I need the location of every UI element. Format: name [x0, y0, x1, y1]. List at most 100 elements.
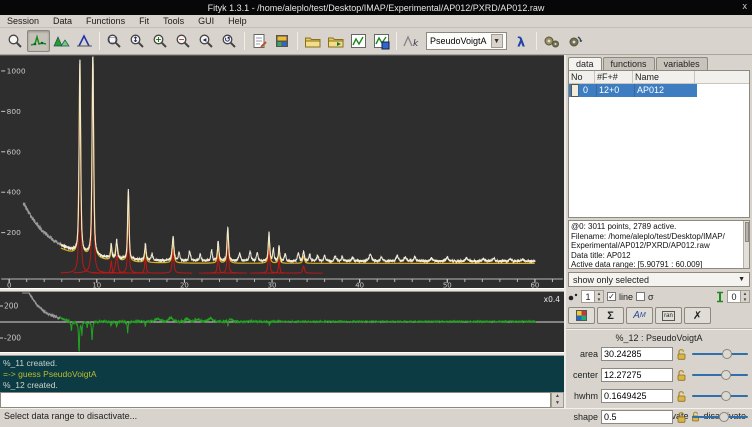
dataset-name: AP012: [635, 84, 697, 97]
svg-text:k: k: [413, 39, 419, 49]
lock-icon[interactable]: [676, 348, 687, 360]
mode-activate-icon[interactable]: [73, 30, 96, 52]
point-size-spinner[interactable]: 1 ▲▼: [581, 290, 604, 303]
zoom-out-icon[interactable]: −: [172, 30, 195, 52]
tab-data[interactable]: data: [568, 57, 602, 70]
save-session-icon[interactable]: [370, 30, 393, 52]
plot-style-controls: 1 ▲▼ ✓ line σ 0 ▲▼: [568, 289, 750, 304]
delete-button[interactable]: ✗: [684, 307, 711, 324]
main-plot-canvas[interactable]: 01020304050602004006008001000: [0, 55, 564, 288]
toolbar-separator: [297, 32, 298, 50]
menu-gui[interactable]: GUI: [198, 16, 214, 26]
param-slider-hwhm[interactable]: [690, 389, 750, 403]
panel-divider: [566, 328, 752, 330]
svg-text:↺: ↺: [224, 35, 230, 44]
title-bar: Fityk 1.3.1 - /home/aleplo/test/Desktop/…: [0, 0, 752, 15]
param-slider-shape[interactable]: [690, 410, 750, 424]
dataset-list[interactable]: No#F+#Name 0 12+0 AP012: [568, 70, 750, 218]
lock-icon[interactable]: [676, 369, 687, 381]
log-line-2: =-> guess PseudoVoigtA: [3, 369, 564, 380]
menu-tools[interactable]: Tools: [163, 16, 184, 26]
chevron-down-icon: ▼: [738, 276, 745, 283]
add-function-icon[interactable]: λ: [510, 30, 533, 52]
info-line-4: Data title: AP012: [571, 251, 741, 261]
residual-plot-canvas[interactable]: 200-200x0.4: [0, 292, 564, 352]
tab-functions[interactable]: functions: [603, 57, 655, 70]
mode-zoom-icon[interactable]: [4, 30, 27, 52]
open-session-icon[interactable]: [301, 30, 324, 52]
param-slider-area[interactable]: [690, 347, 750, 361]
point-size-value: 1: [582, 291, 594, 302]
zoom-vertical-icon[interactable]: ↕: [126, 30, 149, 52]
edit-script-icon[interactable]: [248, 30, 271, 52]
sidebar: datafunctionsvariables No#F+#Name 0 12+0…: [564, 55, 752, 408]
close-window-button[interactable]: x: [743, 1, 748, 11]
mode-add-peak-icon[interactable]: [50, 30, 73, 52]
svg-text:□: □: [109, 35, 116, 44]
param-label-center: center: [568, 370, 598, 380]
param-slider-center[interactable]: [690, 368, 750, 382]
function-export-button[interactable]: AM: [626, 307, 653, 324]
dataset-info-box: @0: 3011 points, 2789 active.Filename: /…: [568, 220, 750, 269]
svg-text:−: −: [178, 35, 184, 44]
lock-icon[interactable]: [676, 411, 687, 423]
param-row-center: center: [566, 364, 752, 385]
info-line-5: Active data range: [5.90791 : 60.009]: [571, 260, 741, 269]
run-fit-icon[interactable]: [540, 30, 563, 52]
command-history-spinner[interactable]: ▲▼: [551, 392, 564, 408]
execute-script-icon[interactable]: [324, 30, 347, 52]
svg-text:λ: λ: [517, 35, 525, 50]
param-input-center[interactable]: [601, 368, 673, 382]
svg-text:600: 600: [7, 147, 21, 156]
shift-value: 0: [728, 291, 740, 302]
param-input-hwhm[interactable]: [601, 389, 673, 403]
save-image-icon[interactable]: [347, 30, 370, 52]
column-header-1: No: [569, 71, 595, 83]
sidebar-tabs: datafunctionsvariables: [566, 55, 752, 70]
function-type-dropdown[interactable]: PseudoVoigtA▼: [426, 32, 507, 50]
filter-dropdown-value: show only selected: [573, 275, 649, 285]
lock-icon[interactable]: [676, 390, 687, 402]
toolbar: □ ↕ + − ◂ ↺ k PseudoVoigtA▼ λ: [0, 28, 752, 55]
sigma-checkbox[interactable]: [636, 292, 645, 301]
info-line-3: Experimental/AP012/PXRD/AP012.raw: [571, 241, 741, 251]
zoom-previous-icon[interactable]: ◂: [195, 30, 218, 52]
line-checkbox[interactable]: ✓: [607, 292, 616, 301]
menu-session[interactable]: Session: [7, 16, 39, 26]
shift-spinner[interactable]: 0 ▲▼: [727, 290, 750, 303]
dataset-colors-button[interactable]: [568, 307, 595, 324]
menu-data[interactable]: Data: [53, 16, 72, 26]
tab-variables[interactable]: variables: [656, 57, 708, 70]
dataset-func-count: 12+0: [597, 84, 635, 97]
zoom-all-icon[interactable]: □: [103, 30, 126, 52]
zoom-autoscale-icon[interactable]: ↺: [218, 30, 241, 52]
dataset-color-swatch[interactable]: [571, 84, 579, 97]
info-scrollbar[interactable]: [743, 221, 749, 268]
data-transform-button[interactable]: ran: [655, 307, 682, 324]
menu-help[interactable]: Help: [228, 16, 247, 26]
param-label-area: area: [568, 349, 598, 359]
chevron-down-icon: ▼: [491, 34, 503, 48]
param-input-area[interactable]: [601, 347, 673, 361]
dataset-row[interactable]: 0 12+0 AP012: [569, 84, 697, 97]
command-input[interactable]: [0, 392, 551, 408]
point-size-icon: [568, 292, 578, 302]
status-message: Select data range to disactivate...: [0, 411, 137, 421]
param-label-hwhm: hwhm: [568, 391, 598, 401]
menu-functions[interactable]: Functions: [86, 16, 125, 26]
param-row-area: area: [566, 343, 752, 364]
param-row-shape: shape: [566, 406, 752, 427]
zoom-in-icon[interactable]: +: [149, 30, 172, 52]
param-input-shape[interactable]: [601, 410, 673, 424]
command-line-row: ▲▼: [0, 392, 564, 408]
sum-formula-button[interactable]: Σ: [597, 307, 624, 324]
menu-fit[interactable]: Fit: [139, 16, 149, 26]
mode-data-range-icon[interactable]: [27, 30, 50, 52]
show-dump-icon[interactable]: [271, 30, 294, 52]
param-row-hwhm: hwhm: [566, 385, 752, 406]
toolbar-separator: [99, 32, 100, 50]
undo-fit-icon[interactable]: [563, 30, 586, 52]
auto-guess-icon[interactable]: k: [400, 30, 423, 52]
filter-dropdown[interactable]: show only selected ▼: [568, 272, 750, 287]
svg-text:+: +: [155, 35, 161, 44]
